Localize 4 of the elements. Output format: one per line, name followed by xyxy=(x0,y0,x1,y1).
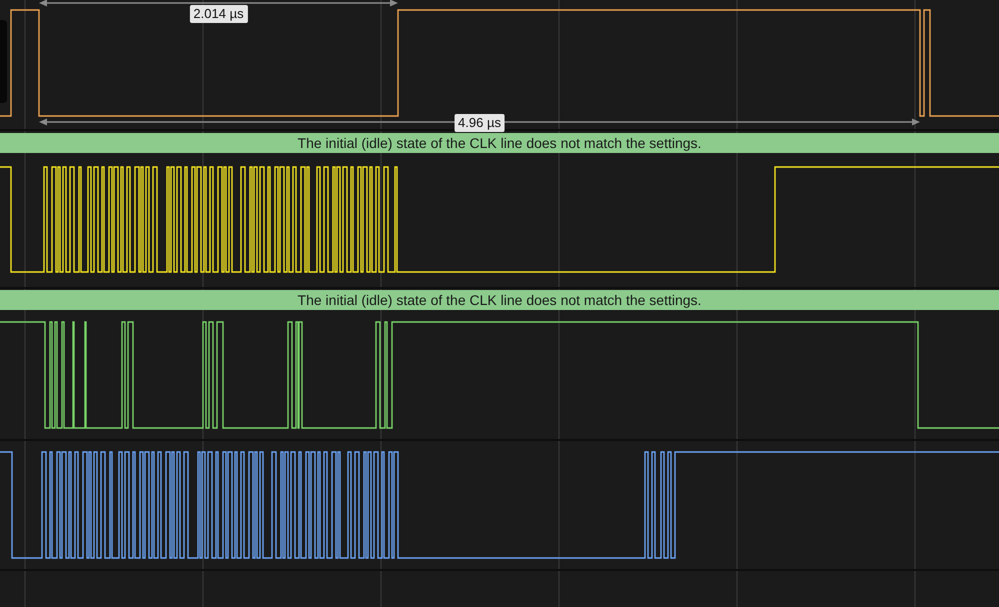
warning-banner: The initial (idle) state of the CLK line does not match the settings. xyxy=(0,133,999,153)
measurement-label: 4.96 µs xyxy=(454,114,505,132)
warning-banner: The initial (idle) state of the CLK line does not match the settings. xyxy=(0,290,999,310)
measurement-label: 2.014 µs xyxy=(189,5,248,23)
